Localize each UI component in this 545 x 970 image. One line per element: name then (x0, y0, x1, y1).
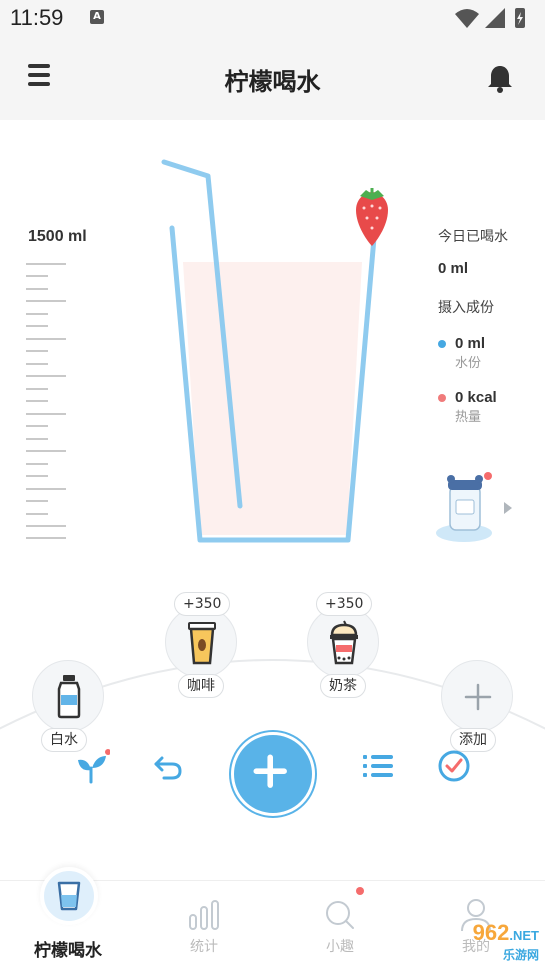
search-icon (326, 901, 354, 929)
calories-label: 热量 (455, 410, 482, 425)
bell-icon[interactable] (483, 62, 517, 96)
tab-fun-label: 小趣 (326, 939, 354, 955)
capacity-label: 1500 ml (28, 228, 87, 245)
calories-stat: 0 kcal (438, 389, 538, 406)
add-water-button[interactable] (231, 732, 315, 816)
drink-coffee-label: 咖啡 (178, 674, 224, 698)
coffee-cup-icon (188, 622, 216, 665)
page-title: 柠檬喝水 (224, 68, 321, 96)
water-dot (438, 339, 446, 348)
drink-milk-tea-delta: +350 (316, 592, 373, 616)
today-value: 0 ml (438, 260, 469, 277)
water-label: 水份 (455, 356, 482, 371)
undo-icon[interactable] (150, 748, 186, 784)
water-glass-icon (57, 881, 81, 911)
strawberry-icon (356, 188, 388, 246)
chevron-right-icon (504, 502, 512, 514)
tab-bar: 柠檬喝水 统计 小趣 我的 (0, 867, 545, 970)
check-circle-icon[interactable] (436, 748, 472, 784)
volume-ruler (26, 263, 66, 539)
drink-milk-tea[interactable] (307, 606, 379, 678)
wifi-icon (455, 9, 479, 28)
watermark-brand: 962 (472, 920, 510, 945)
plus-icon (253, 754, 287, 788)
tab-stats-label: 统计 (190, 939, 218, 955)
today-label: 今日已喝水 (438, 229, 508, 245)
plus-icon (464, 683, 492, 711)
drink-milk-tea-label: 奶茶 (320, 674, 366, 698)
status-bar: 11:59 A (0, 0, 545, 36)
tab-stats[interactable]: 统计 (136, 881, 272, 970)
tab-home-label: 柠檬喝水 (34, 941, 102, 961)
status-icons (455, 8, 525, 28)
water-value: 0 ml (455, 335, 486, 352)
glass-liquid (183, 262, 362, 535)
bottle-badge (484, 472, 492, 480)
watermark-suffix: .NET (509, 928, 539, 943)
app-bar: 柠檬喝水 (0, 36, 545, 120)
bottle-widget-icon[interactable] (434, 470, 514, 550)
tab-home[interactable]: 柠檬喝水 (0, 867, 136, 970)
water-stat: 0 ml (438, 335, 538, 352)
calories-dot (438, 393, 446, 402)
milk-tea-icon (330, 620, 358, 665)
status-time: 11:59 (10, 5, 64, 30)
tab-fun-badge (356, 887, 364, 895)
drink-coffee-delta: +350 (174, 592, 231, 616)
drink-add[interactable] (441, 660, 513, 732)
intake-label: 摄入成份 (438, 300, 494, 316)
notification-icon: A (90, 10, 104, 24)
drink-water[interactable] (32, 660, 104, 732)
bar-chart-icon (189, 900, 219, 930)
watermark-sub: 乐游网 (502, 948, 539, 962)
drink-coffee[interactable] (165, 606, 237, 678)
calories-value: 0 kcal (455, 389, 497, 406)
sprout-icon[interactable] (74, 748, 110, 784)
signal-icon (485, 8, 505, 28)
water-bottle-icon (57, 675, 81, 719)
watermark: 962.NET 乐游网 (473, 920, 539, 963)
main-area: 1500 ml 今日已喝水 0 ml 摄入成份 0 ml 水份 0 kcal 热… (0, 120, 545, 880)
water-glass[interactable] (150, 150, 400, 550)
tab-fun[interactable]: 小趣 (272, 881, 408, 970)
intake-stats: 今日已喝水 0 ml 摄入成份 0 ml 水份 0 kcal 热量 (438, 226, 538, 425)
active-tab-bubble (40, 867, 98, 925)
list-icon[interactable] (360, 748, 396, 784)
